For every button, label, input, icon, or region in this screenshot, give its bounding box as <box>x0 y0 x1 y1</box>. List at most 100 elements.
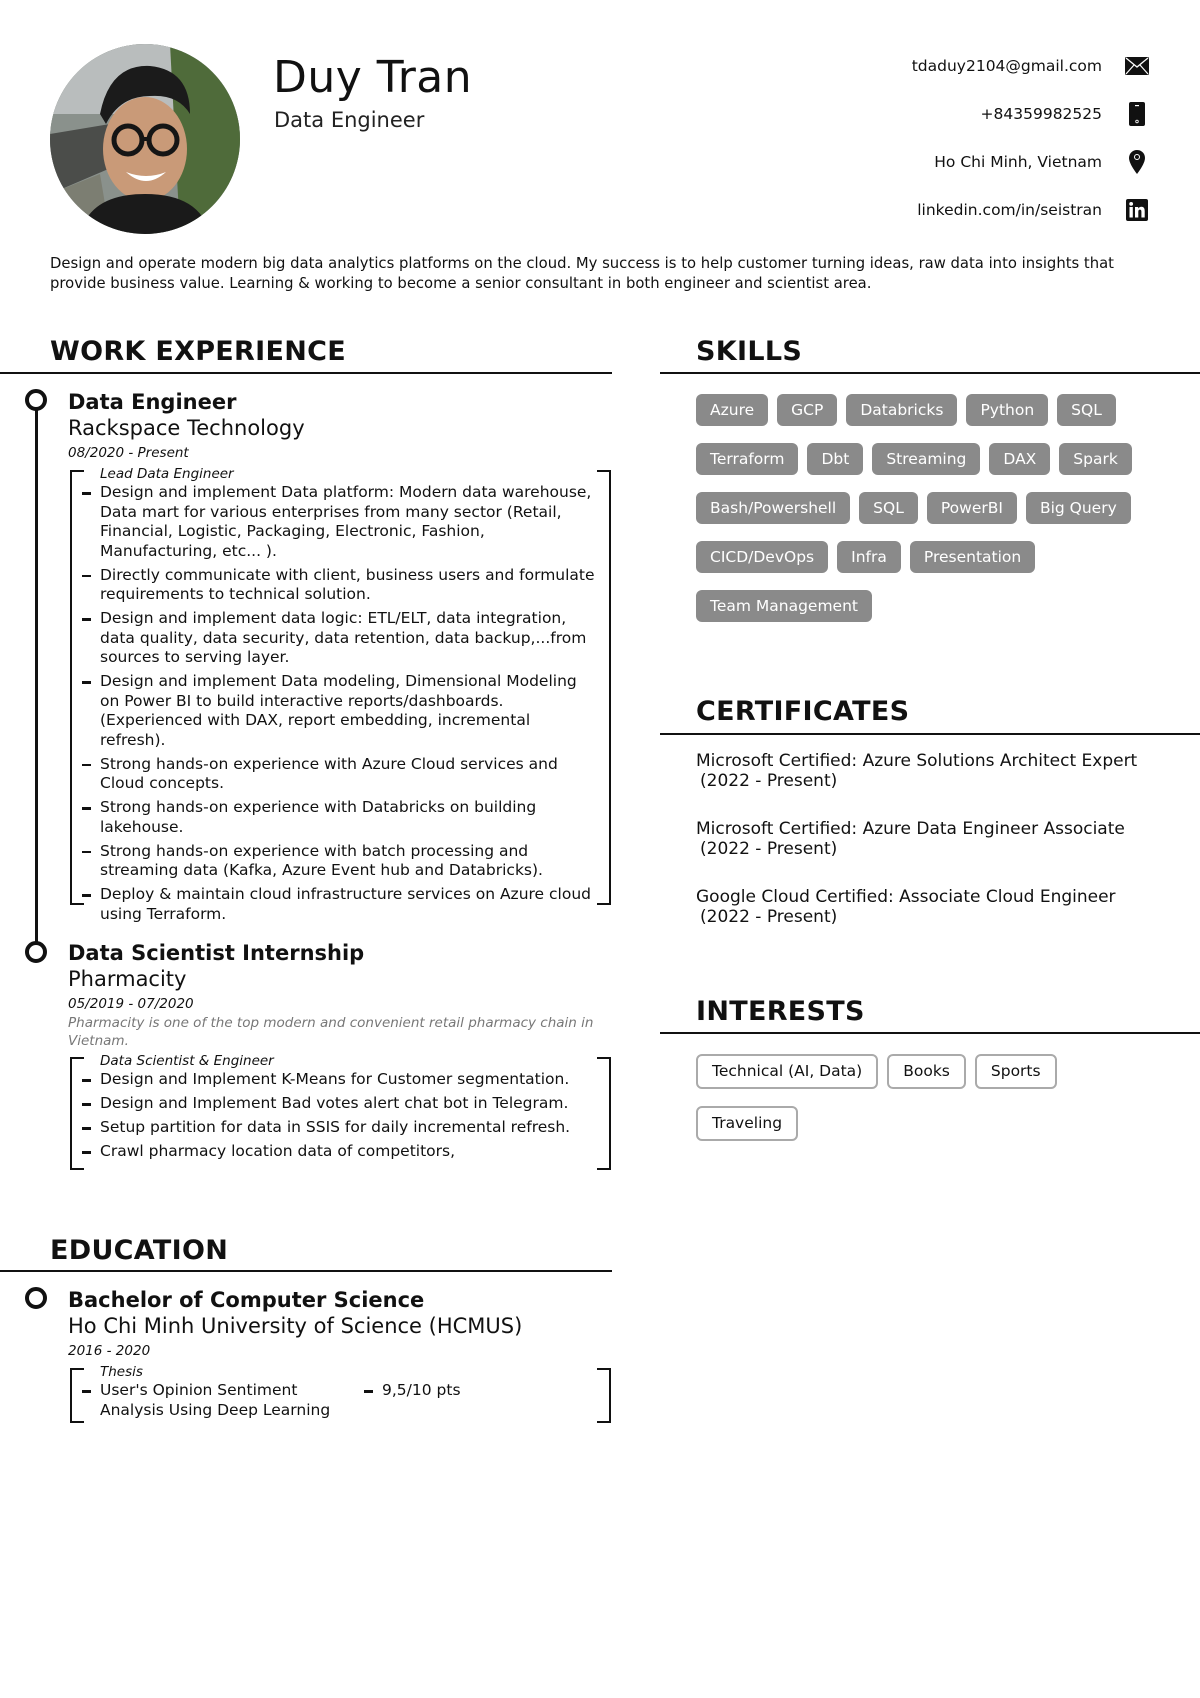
job-details-box: Lead Data Engineer Design and implement … <box>68 465 613 923</box>
skills-list: Azure GCP Databricks Python SQL Terraform Dbt S… <box>696 394 1156 622</box>
education-entry: Bachelor of Computer Science Ho Chi Minh… <box>68 1287 613 1423</box>
job-bullet: Design and implement Data platform: Mode… <box>82 483 599 561</box>
job-bullet: Strong hands-on experience with Databric… <box>82 798 599 837</box>
job-bullet: Strong hands-on experience with batch pr… <box>82 842 599 881</box>
job-bullet: Directly communicate with client, busine… <box>82 566 599 605</box>
skill-tag: CICD/DevOps <box>696 541 829 573</box>
interests-heading: INTERESTS <box>696 996 865 1027</box>
certificate-item: Microsoft Certified: Azure Solutions Arc… <box>696 751 1166 791</box>
job-date: 08/2020 - Present <box>68 445 189 461</box>
job-bullets: Design and Implement K-Means for Custome… <box>82 1070 599 1162</box>
contact-email: tdaduy2104@gmail.com <box>730 42 1150 90</box>
school-name: Ho Chi Minh University of Science (HCMUS… <box>68 1314 523 1338</box>
certificate-item: Microsoft Certified: Azure Data Engineer… <box>696 819 1166 859</box>
interest-tag: Traveling <box>696 1106 799 1141</box>
location-text: Ho Chi Minh, Vietnam <box>934 153 1102 171</box>
job-entry: Data Scientist Internship Pharmacity 05/… <box>68 940 613 1170</box>
contact-linkedin: linkedin.com/in/seistran <box>730 186 1150 234</box>
certificate-name: Google Cloud Certified: Associate Cloud … <box>696 887 1116 907</box>
skill-tag: Spark <box>1059 443 1132 475</box>
job-entry: Data Engineer Rackspace Technology 08/20… <box>68 389 613 923</box>
skill-tag: Streaming <box>872 443 981 475</box>
candidate-role: Data Engineer <box>274 108 425 132</box>
job-bullet: Design and Implement K-Means for Custome… <box>82 1070 599 1090</box>
location-pin-icon <box>1124 149 1150 175</box>
certificate-name: Microsoft Certified: Azure Data Engineer… <box>696 819 1125 839</box>
skill-tag: Terraform <box>696 443 799 475</box>
skill-tag: Presentation <box>909 541 1036 573</box>
job-bullet: Design and implement Data modeling, Dime… <box>82 672 599 750</box>
linkedin-text[interactable]: linkedin.com/in/seistran <box>917 201 1102 219</box>
contact-phone: +84359982525 <box>730 90 1150 138</box>
education-date: 2016 - 2020 <box>68 1343 151 1359</box>
work-experience-heading: WORK EXPERIENCE <box>50 336 346 367</box>
certificate-date: (2022 - Present) <box>700 771 838 791</box>
timeline-dot <box>25 1287 47 1309</box>
thesis-title-list: User's Opinion Sentiment Analysis Using … <box>82 1381 362 1425</box>
linkedin-icon <box>1124 197 1150 223</box>
timeline-line <box>35 404 38 952</box>
job-bullet: Setup partition for data in SSIS for dai… <box>82 1118 599 1138</box>
interest-tag: Books <box>887 1054 966 1089</box>
job-title: Data Engineer <box>68 390 237 414</box>
email-text[interactable]: tdaduy2104@gmail.com <box>912 57 1102 75</box>
skill-tag: Azure <box>696 394 769 426</box>
skill-tag: Dbt <box>807 443 864 475</box>
skill-tag: Databricks <box>846 394 958 426</box>
job-details-box: Data Scientist & Engineer Design and Imp… <box>68 1052 613 1170</box>
skill-tag: DAX <box>989 443 1051 475</box>
job-bullet: Design and implement data logic: ETL/ELT… <box>82 609 599 668</box>
candidate-name: Duy Tran <box>273 52 473 103</box>
thesis-title: User's Opinion Sentiment Analysis Using … <box>82 1381 362 1420</box>
profile-summary: Design and operate modern big data analy… <box>50 255 1114 292</box>
degree-title: Bachelor of Computer Science <box>68 1288 425 1312</box>
interests-list: Technical (AI, Data) Books Sports Traveling <box>696 1054 1156 1141</box>
timeline-dot <box>25 389 47 411</box>
contact-list: tdaduy2104@gmail.com +84359982525 Ho Chi… <box>730 42 1150 234</box>
timeline-dot <box>25 941 47 963</box>
education-heading: EDUCATION <box>50 1235 229 1266</box>
thesis-box: Thesis User's Opinion Sentiment Analysis… <box>68 1363 613 1423</box>
skill-tag: Big Query <box>1025 492 1131 524</box>
thesis-label: Thesis <box>100 1364 143 1380</box>
interest-tag: Sports <box>974 1054 1057 1089</box>
certificates-list: Microsoft Certified: Azure Solutions Arc… <box>696 751 1166 955</box>
job-position: Lead Data Engineer <box>100 466 234 482</box>
company-description: Pharmacity is one of the top modern and … <box>68 1015 594 1049</box>
job-bullet: Strong hands-on experience with Azure Cl… <box>82 755 599 794</box>
contact-location: Ho Chi Minh, Vietnam <box>730 138 1150 186</box>
envelope-icon <box>1124 53 1150 79</box>
skills-heading: SKILLS <box>696 336 803 367</box>
skill-tag: SQL <box>859 492 918 524</box>
certificates-heading: CERTIFICATES <box>696 696 910 727</box>
skill-tag: PowerBI <box>926 492 1017 524</box>
certificate-item: Google Cloud Certified: Associate Cloud … <box>696 887 1166 927</box>
certificate-name: Microsoft Certified: Azure Solutions Arc… <box>696 751 1138 771</box>
job-bullet: Design and Implement Bad votes alert cha… <box>82 1094 599 1114</box>
education-divider <box>0 1270 612 1272</box>
job-company: Rackspace Technology <box>68 416 305 440</box>
job-bullet: Crawl pharmacy location data of competit… <box>82 1142 599 1162</box>
job-title: Data Scientist Internship <box>68 941 365 965</box>
phone-icon <box>1124 101 1150 127</box>
interest-tag: Technical (AI, Data) <box>696 1054 879 1089</box>
thesis-score: 9,5/10 pts <box>364 1381 461 1399</box>
certificates-divider <box>660 733 1200 735</box>
thesis-score-list: 9,5/10 pts <box>364 1381 461 1425</box>
job-bullet: Deploy & maintain cloud infrastructure s… <box>82 885 599 924</box>
job-bullets: Design and implement Data platform: Mode… <box>82 483 599 924</box>
skill-tag: Bash/Powershell <box>696 492 851 524</box>
skill-tag: Team Management <box>696 590 872 622</box>
skill-tag: SQL <box>1057 394 1116 426</box>
job-date: 05/2019 - 07/2020 <box>68 996 194 1012</box>
profile-photo-illustration <box>50 44 240 234</box>
skills-divider <box>660 372 1200 374</box>
thesis-row: User's Opinion Sentiment Analysis Using … <box>82 1381 599 1425</box>
skill-tag: GCP <box>777 394 838 426</box>
certificate-date: (2022 - Present) <box>700 907 838 927</box>
job-company: Pharmacity <box>68 967 187 991</box>
job-position: Data Scientist & Engineer <box>100 1053 274 1069</box>
phone-text[interactable]: +84359982525 <box>981 105 1102 123</box>
profile-photo <box>50 44 240 234</box>
skill-tag: Infra <box>837 541 901 573</box>
